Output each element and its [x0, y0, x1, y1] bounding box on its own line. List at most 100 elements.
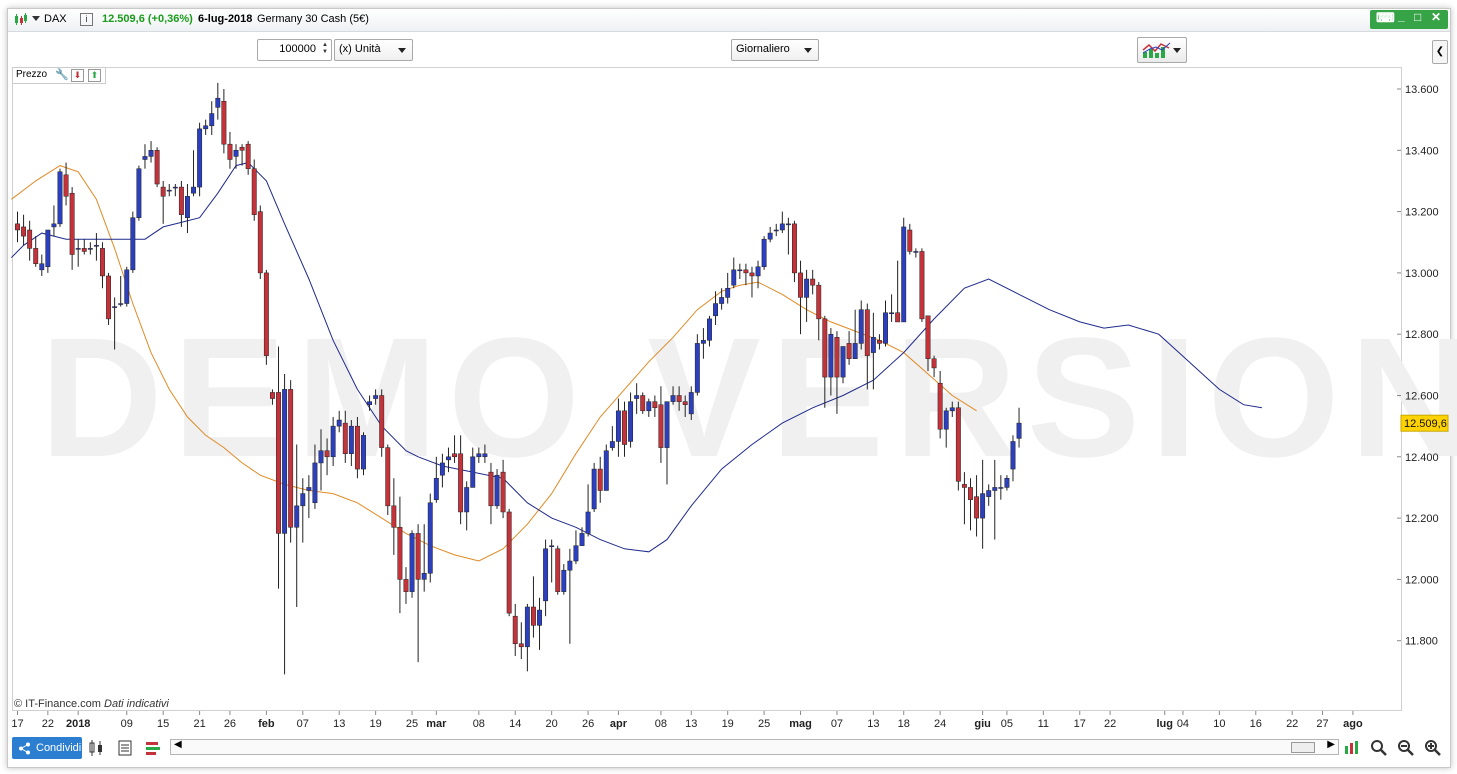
candle-body [591, 468, 597, 510]
candle-body [688, 392, 694, 415]
x-tick-label: 17 [1074, 718, 1086, 730]
candle-body [834, 337, 840, 378]
bottom-bar: Condividi ◀ ▶ [7, 735, 1449, 765]
candle-body [379, 395, 385, 448]
scrollbar-thumb[interactable] [1291, 742, 1315, 753]
candle-body [446, 456, 451, 461]
share-label: Condividi [36, 742, 82, 754]
candle-body [130, 217, 136, 271]
scroll-right-icon[interactable]: ▶ [1327, 739, 1335, 750]
candle-body [846, 343, 852, 359]
candle-body [75, 248, 81, 250]
candle-body [913, 251, 919, 253]
candle-body [330, 425, 336, 458]
candle-body [961, 484, 967, 488]
candle-body [555, 548, 561, 592]
candle-type-icon[interactable] [87, 738, 107, 758]
candle-body [980, 493, 986, 519]
arrow-down-icon[interactable]: ⬇ [71, 69, 84, 82]
candle-body [937, 382, 943, 430]
candle-body [573, 545, 579, 562]
candle-body [312, 462, 318, 504]
x-tick-label: 26 [582, 718, 594, 730]
y-tick-label: 13.200 [1405, 207, 1439, 219]
candle-body [45, 229, 51, 268]
candle-body [361, 435, 366, 470]
candle-body [112, 306, 118, 308]
credit-source: © IT-Finance.com [14, 698, 101, 710]
candle-body [336, 419, 342, 427]
candle-body [458, 453, 464, 513]
candle-body [318, 450, 324, 464]
wrench-icon[interactable]: 🔧 [55, 68, 69, 81]
share-button[interactable]: Condividi [12, 737, 82, 759]
candle-body [136, 168, 142, 218]
candle-body [160, 186, 166, 197]
candle-body [870, 337, 876, 353]
drawing-tools-icon[interactable] [143, 738, 163, 758]
candle-body [810, 278, 816, 286]
x-tick-label: 09 [121, 718, 133, 730]
scroll-left-icon[interactable]: ◀ [174, 739, 182, 750]
last-price-label: 12.509,6 [1404, 418, 1447, 430]
candle-body [640, 395, 646, 412]
candle-body [543, 548, 549, 602]
candle-body [294, 505, 300, 528]
x-tick-label: 11 [1038, 718, 1049, 730]
candle-body [51, 223, 57, 228]
candle-body [992, 487, 998, 491]
candle-body [974, 496, 980, 519]
candle-body [464, 487, 470, 513]
candle-body [676, 395, 682, 402]
candle-body [731, 269, 737, 286]
candle-body [792, 223, 797, 274]
candle-body [725, 287, 731, 298]
candle-body [391, 505, 397, 528]
candle-body [27, 229, 33, 249]
x-tick-label: 19 [370, 718, 382, 730]
candle-body [257, 211, 263, 274]
candle-body [421, 573, 427, 580]
candle-body [215, 97, 221, 108]
x-tick-label: 22 [1286, 718, 1298, 730]
share-icon [19, 742, 30, 755]
x-tick-label: 08 [473, 718, 485, 730]
candle-body [512, 615, 518, 645]
x-tick-label: 15 [157, 718, 169, 730]
candle-body [707, 318, 712, 341]
x-tick-label: feb [258, 718, 275, 730]
candle-body [470, 456, 476, 488]
candle-body [968, 487, 973, 500]
candle-body [373, 395, 379, 399]
candle-body [743, 269, 749, 274]
candle-body [300, 493, 306, 507]
candle-body [427, 502, 433, 574]
candle-body [63, 174, 69, 197]
x-tick-label: 13 [685, 718, 697, 730]
legend-label: Prezzo [16, 69, 48, 80]
zoom-fit-icon[interactable] [1369, 738, 1389, 758]
candle-body [154, 150, 160, 185]
zoom-in-icon[interactable] [1423, 738, 1443, 758]
auto-scale-icon[interactable] [1342, 738, 1362, 758]
candle-body [197, 128, 203, 188]
candle-body [178, 186, 184, 215]
candle-body [354, 425, 360, 470]
candle-body [597, 468, 603, 491]
arrow-up-icon[interactable]: ⬆ [88, 69, 101, 82]
price-chart[interactable]: 13.600 13.400 13.200 13.000 12.800 12.600 12.4… [0, 0, 1457, 774]
zoom-out-icon[interactable] [1396, 738, 1416, 758]
x-tick-label: 21 [193, 718, 205, 730]
candle-body [282, 389, 288, 534]
candle-body [385, 447, 391, 507]
candle-body [858, 309, 864, 344]
candle-body [634, 395, 640, 399]
time-scrollbar[interactable]: ◀ ▶ [170, 739, 1339, 755]
document-icon[interactable] [115, 738, 135, 758]
candle-body [439, 462, 445, 476]
candle-body [925, 315, 931, 359]
x-tick-label: 17 [11, 718, 23, 730]
candle-body [694, 343, 700, 393]
candle-body [773, 229, 779, 232]
y-tick-label: 12.200 [1405, 513, 1439, 525]
